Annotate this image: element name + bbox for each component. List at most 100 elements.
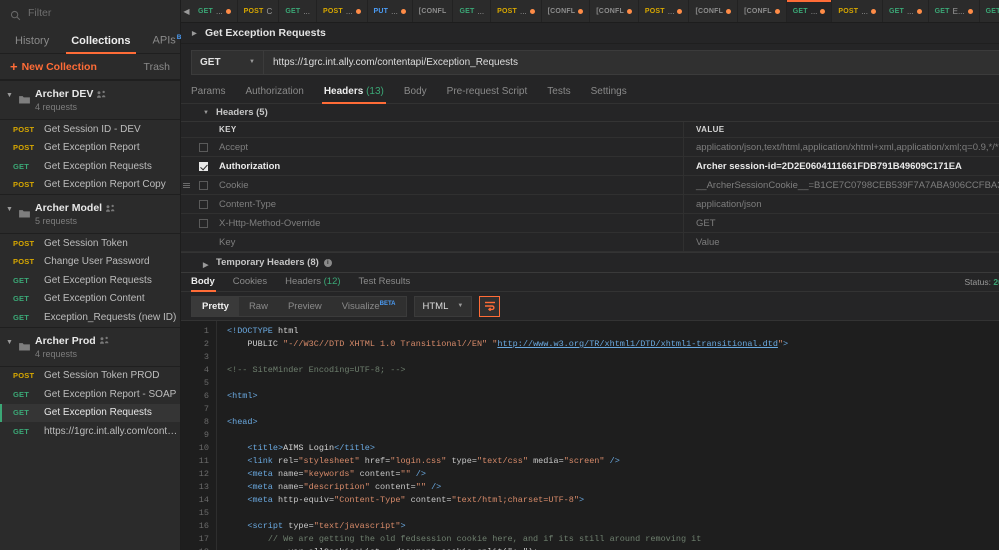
- code-content[interactable]: <!DOCTYPE html PUBLIC "-//W3C//DTD XHTML…: [217, 321, 999, 550]
- header-checkbox-cell[interactable]: [192, 161, 214, 171]
- header-enabled-checkbox[interactable]: [198, 218, 208, 228]
- header-row[interactable]: Cookie __ArcherSessionCookie__=B1CE7C0798…: [181, 176, 999, 195]
- header-key-cell[interactable]: Key: [214, 233, 684, 251]
- open-request-tab[interactable]: POST...: [832, 0, 883, 22]
- open-request-tab[interactable]: POST C: [237, 0, 280, 22]
- request-tab-settings[interactable]: Settings: [581, 86, 637, 103]
- header-row[interactable]: X-Http-Method-Override GET: [181, 214, 999, 233]
- open-request-tab[interactable]: GET: [979, 0, 999, 22]
- request-list-item[interactable]: GET Get Exception Content: [0, 290, 180, 309]
- response-tab-cookies[interactable]: Cookies: [224, 276, 276, 291]
- open-request-tab[interactable]: [CONFL: [689, 0, 739, 22]
- tab-name-label: ...: [216, 6, 223, 16]
- chevron-right-icon[interactable]: ▶: [192, 30, 200, 37]
- header-enabled-checkbox[interactable]: [198, 199, 208, 209]
- sidebar-tab-history[interactable]: History: [4, 35, 60, 53]
- open-request-tab[interactable]: GET...: [882, 0, 929, 22]
- request-list-item[interactable]: GET Get Exception Requests: [0, 157, 180, 176]
- new-collection-button[interactable]: + New Collection: [10, 60, 97, 73]
- response-tab-body[interactable]: Body: [191, 276, 224, 292]
- open-request-tab[interactable]: [CONFL: [412, 0, 454, 22]
- open-request-tab[interactable]: GET...: [786, 0, 833, 22]
- view-mode-pretty[interactable]: Pretty: [192, 296, 239, 316]
- request-list-item[interactable]: GET Get Exception Requests: [0, 403, 180, 422]
- info-icon[interactable]: i: [323, 258, 332, 267]
- filter-bar[interactable]: Filter: [0, 0, 180, 26]
- header-enabled-checkbox[interactable]: [198, 180, 208, 190]
- header-value-cell[interactable]: application/json,text/html,application/x…: [684, 142, 999, 153]
- open-request-tab[interactable]: POST...: [638, 0, 690, 22]
- open-request-tab[interactable]: POST...: [491, 0, 542, 22]
- open-request-tab[interactable]: GET...: [279, 0, 317, 22]
- header-row[interactable]: Key Value: [181, 233, 999, 252]
- request-tab-tests[interactable]: Tests: [537, 86, 580, 103]
- url-input[interactable]: https://1grc.int.ally.com/contentapi/Exc…: [263, 49, 999, 75]
- open-request-tab[interactable]: POST...: [316, 0, 368, 22]
- open-request-tab[interactable]: [CONFL: [738, 0, 787, 22]
- chevron-left-icon[interactable]: ◀: [181, 0, 192, 22]
- request-list-item[interactable]: POST Change User Password: [0, 253, 180, 272]
- header-checkbox-cell[interactable]: [192, 142, 214, 152]
- language-select[interactable]: HTML ▼: [413, 295, 473, 317]
- request-list-item[interactable]: POST Get Session ID - DEV: [0, 120, 180, 139]
- header-row[interactable]: Accept application/json,text/html,applica…: [181, 138, 999, 157]
- view-mode-raw[interactable]: Raw: [239, 297, 278, 316]
- open-request-tab[interactable]: [CONFL: [541, 0, 591, 22]
- header-checkbox-cell[interactable]: [192, 180, 214, 190]
- header-checkbox-cell[interactable]: [192, 218, 214, 228]
- tab-name-label: ...: [861, 6, 868, 16]
- header-row[interactable]: Authorization Archer session-id=2D2E06041…: [181, 157, 999, 176]
- header-enabled-checkbox[interactable]: [198, 142, 208, 152]
- http-method-select[interactable]: GET ▼: [191, 49, 263, 75]
- request-tab-headers[interactable]: Headers (13): [314, 86, 394, 104]
- collection-header[interactable]: ▼ Archer DEV 4 requests: [0, 80, 180, 120]
- request-tab-body[interactable]: Body: [394, 86, 437, 103]
- header-key-cell[interactable]: Cookie: [214, 176, 684, 194]
- view-mode-visualize[interactable]: VisualizeBETA: [332, 295, 406, 316]
- header-key-cell[interactable]: X-Http-Method-Override: [214, 214, 684, 232]
- temporary-headers-section[interactable]: ▶ Temporary Headers (8) i: [181, 252, 999, 272]
- header-row[interactable]: Content-Type application/json: [181, 195, 999, 214]
- response-body-code[interactable]: 12345678910111213141516171819202122 <!DO…: [181, 320, 999, 550]
- header-key-cell[interactable]: Accept: [214, 138, 684, 156]
- open-request-tab[interactable]: GET E...: [928, 0, 980, 22]
- header-checkbox-cell[interactable]: [192, 199, 214, 209]
- word-wrap-icon[interactable]: [479, 295, 501, 317]
- request-tab-params[interactable]: Params: [191, 86, 235, 103]
- collection-header[interactable]: ▼ Archer Model 5 requests: [0, 194, 180, 234]
- request-tab-pre-request-script[interactable]: Pre-request Script: [437, 86, 538, 103]
- trash-button[interactable]: Trash: [144, 61, 170, 73]
- line-number-gutter: 12345678910111213141516171819202122: [181, 321, 217, 550]
- response-tab-test-results[interactable]: Test Results: [350, 276, 420, 291]
- header-enabled-checkbox[interactable]: [198, 161, 208, 171]
- sidebar-tab-collections[interactable]: Collections: [60, 35, 141, 54]
- request-list-item[interactable]: POST Get Exception Report: [0, 139, 180, 158]
- header-value-cell[interactable]: application/json: [684, 199, 999, 210]
- url-bar: GET ▼ https://1grc.int.ally.com/contenta…: [181, 44, 999, 80]
- request-list-item[interactable]: GET Exception_Requests (new ID): [0, 308, 180, 327]
- request-list-item[interactable]: GET Get Exception Requests: [0, 271, 180, 290]
- drag-handle-icon[interactable]: [181, 182, 192, 188]
- request-list-item[interactable]: POST Get Exception Report Copy: [0, 176, 180, 195]
- header-value-cell[interactable]: GET: [684, 218, 999, 229]
- code-token: <head>: [227, 417, 258, 427]
- header-key-cell[interactable]: Authorization: [214, 157, 684, 175]
- header-value-cell[interactable]: Value: [684, 237, 999, 248]
- request-list-item[interactable]: POST Get Session Token PROD: [0, 367, 180, 386]
- headers-section-header[interactable]: ▼ Headers (5): [181, 104, 999, 121]
- view-mode-preview[interactable]: Preview: [278, 297, 332, 316]
- request-tab-authorization[interactable]: Authorization: [235, 86, 313, 103]
- request-list-item[interactable]: GET https://1grc.int.ally.com/contentapi.…: [0, 422, 180, 441]
- request-list-item[interactable]: POST Get Session Token: [0, 234, 180, 253]
- collection-header[interactable]: ▼ Archer Prod 4 requests: [0, 326, 180, 367]
- open-request-tab[interactable]: GET...: [453, 0, 492, 22]
- open-request-tab[interactable]: PUT...: [367, 0, 413, 22]
- open-request-tab[interactable]: [CONFL: [590, 0, 639, 22]
- response-tab-headers[interactable]: Headers (12): [276, 276, 349, 291]
- header-value-cell[interactable]: Archer session-id=2D2E0604111661FDB791B4…: [684, 161, 999, 172]
- request-list-item[interactable]: GET Get Exception Report - SOAP: [0, 385, 180, 404]
- header-value-cell[interactable]: __ArcherSessionCookie__=B1CE7C0798CEB539…: [684, 180, 999, 191]
- filter-input[interactable]: Filter: [28, 7, 51, 19]
- open-request-tab[interactable]: GET...: [192, 0, 238, 22]
- header-key-cell[interactable]: Content-Type: [214, 195, 684, 213]
